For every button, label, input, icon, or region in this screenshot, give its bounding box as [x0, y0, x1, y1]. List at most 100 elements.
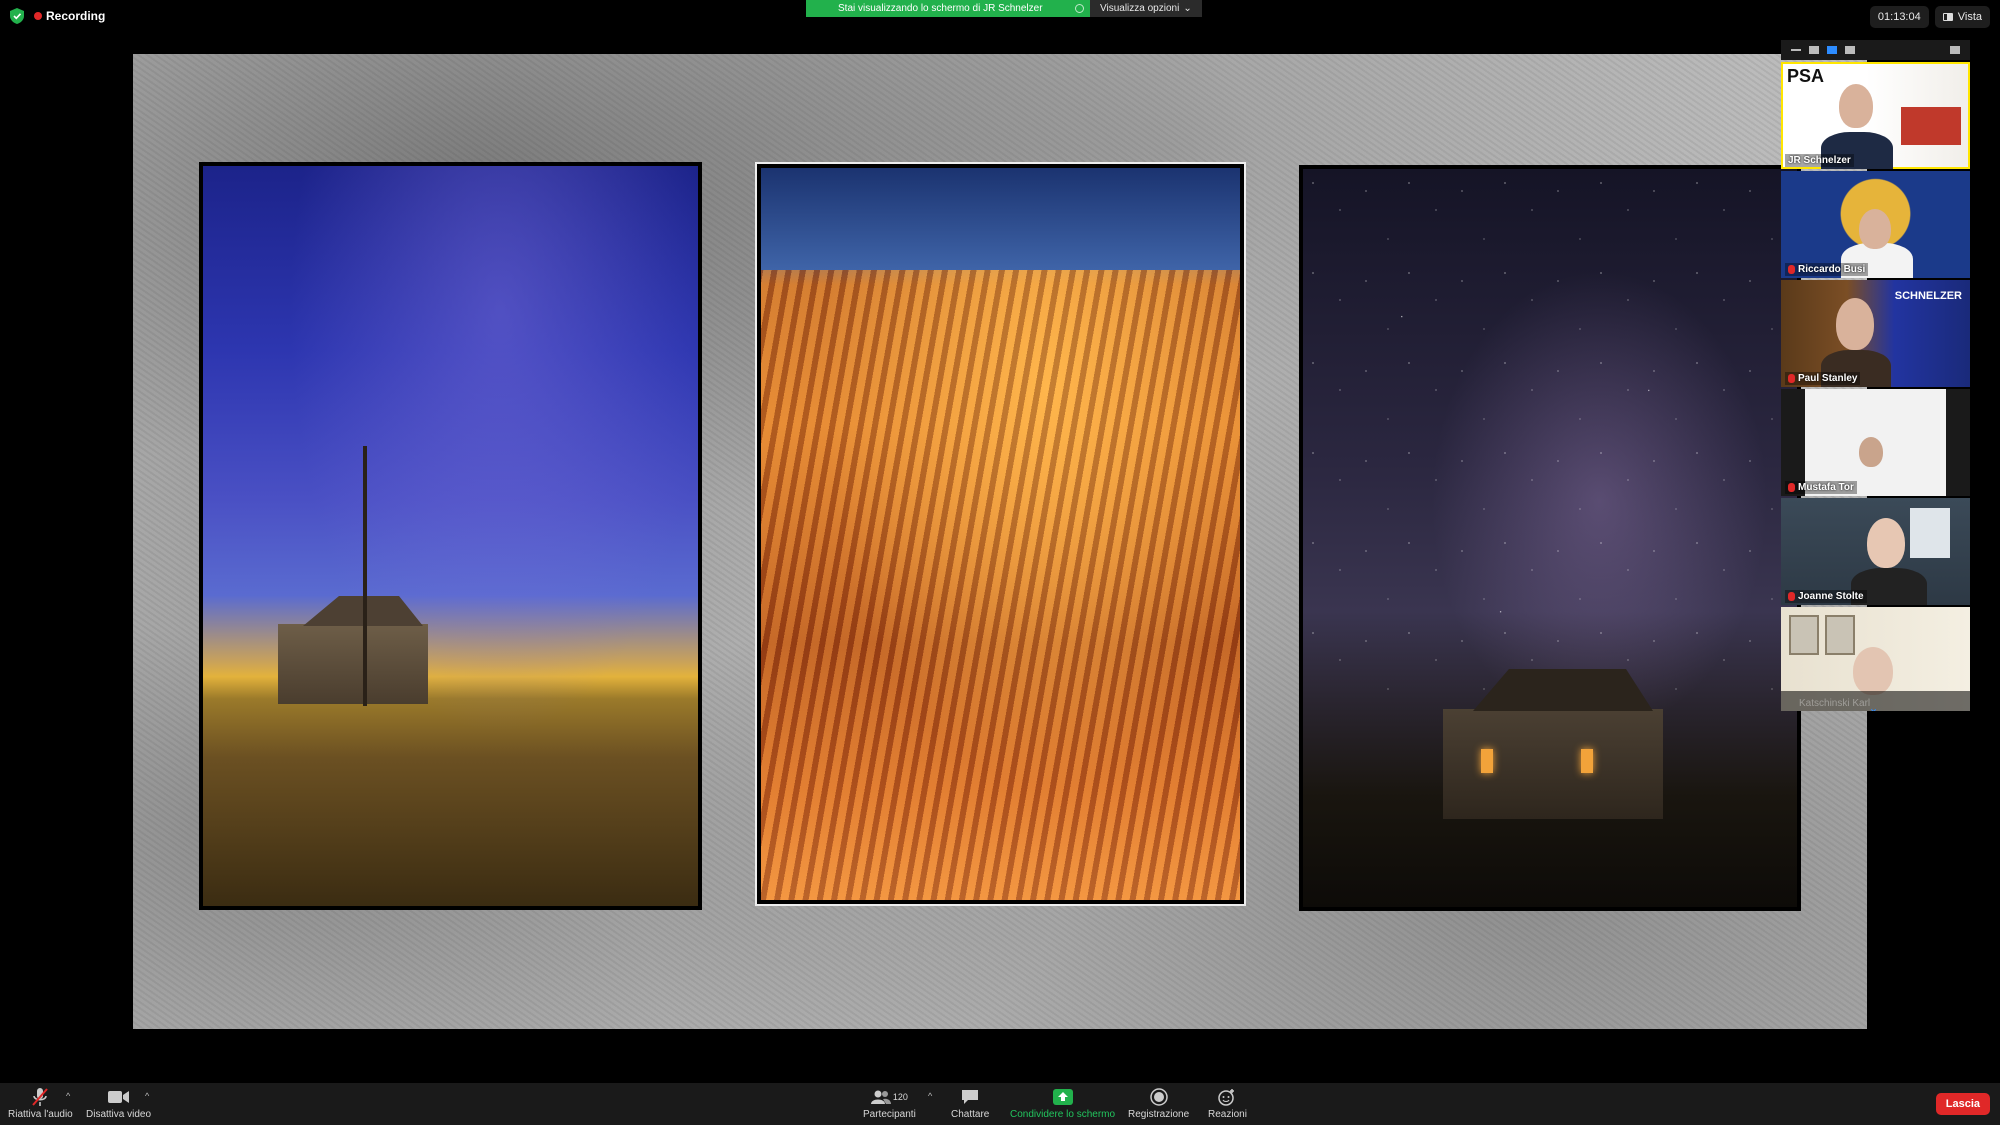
chevron-down-icon: ⌄	[1183, 3, 1192, 14]
strip-view-icon[interactable]	[1827, 46, 1837, 54]
meeting-toolbar: Riattiva l'audio ^ Disattiva video ^ 120…	[0, 1083, 2000, 1125]
minimize-icon[interactable]	[1791, 49, 1801, 51]
participant-tile[interactable]: SCHNELZER Paul Stanley	[1781, 280, 1970, 387]
share-screen-icon	[1052, 1087, 1073, 1107]
chat-bubble-icon	[961, 1087, 979, 1107]
participant-label: JR Schnelzer	[1788, 155, 1851, 166]
mic-muted-icon	[1788, 265, 1795, 274]
participant-gallery: PSA JR Schnelzer Riccardo Busi SCHNELZER…	[1781, 62, 1970, 713]
share-banner-text: Stai visualizzando lo schermo di JR Schn…	[838, 3, 1043, 14]
view-button[interactable]: Vista	[1934, 6, 1990, 28]
participants-button[interactable]: 120 Partecipanti	[863, 1087, 916, 1120]
participant-tile[interactable]: Riccardo Busi	[1781, 171, 1970, 278]
participants-options-caret-icon[interactable]: ^	[928, 1091, 932, 1101]
house-shape	[278, 624, 428, 704]
participant-tile[interactable]: Mustafa Tor	[1781, 389, 1970, 496]
participant-name: Mustafa Tor	[1785, 481, 1857, 494]
participants-icon: 120	[870, 1087, 908, 1107]
mic-muted-icon	[1788, 592, 1795, 601]
video-options-caret-icon[interactable]: ^	[145, 1091, 149, 1101]
mic-off-icon	[31, 1087, 49, 1107]
participant-name: Joanne Stolte	[1785, 590, 1867, 603]
timer-value: 01:13:04	[1877, 11, 1921, 23]
share-screen-label: Condividere lo schermo	[1010, 1109, 1116, 1120]
participants-label: Partecipanti	[863, 1109, 916, 1120]
participant-name: JR Schnelzer	[1785, 154, 1854, 167]
photo-night-cabin	[1299, 165, 1801, 911]
certificate-shape	[1825, 615, 1855, 655]
chat-button[interactable]: Chattare	[951, 1087, 989, 1120]
reactions-emoji-icon	[1218, 1087, 1236, 1107]
view-label: Vista	[1957, 11, 1982, 23]
record-label: Registrazione	[1128, 1109, 1190, 1120]
letterbox-right	[1946, 389, 1970, 496]
record-button[interactable]: Registrazione	[1128, 1087, 1189, 1120]
participant-label: Riccardo Busi	[1798, 264, 1866, 275]
participant-face	[1859, 209, 1891, 249]
participant-face	[1859, 437, 1883, 467]
participant-label: Paul Stanley	[1798, 373, 1858, 384]
meeting-timer: 01:13:04	[1869, 6, 1929, 28]
top-right-controls: 01:13:04 Vista	[1869, 6, 1990, 28]
view-grid-icon	[1942, 13, 1953, 21]
speaker-banner-text: SCHNELZER	[1894, 290, 1962, 302]
participant-name: Paul Stanley	[1785, 372, 1861, 385]
chat-label: Chattare	[951, 1109, 990, 1120]
recording-label: Recording	[46, 9, 106, 23]
recording-status: Recording	[10, 8, 105, 24]
participant-tile[interactable]: Katschinski Karl ⌄	[1781, 607, 1970, 711]
mic-muted-icon	[1788, 483, 1795, 492]
cabin-window-shape	[1581, 749, 1593, 773]
participant-face	[1836, 298, 1874, 350]
participants-count: 120	[892, 1092, 908, 1102]
participant-label: Mustafa Tor	[1798, 482, 1854, 493]
photo-sandstone-wave	[755, 162, 1246, 906]
participant-tile[interactable]: Joanne Stolte	[1781, 498, 1970, 605]
wave-sky-shape	[761, 168, 1240, 271]
share-banner-text-area: Stai visualizzando lo schermo di JR Schn…	[806, 0, 1090, 17]
video-camera-icon	[107, 1087, 130, 1107]
psa-logo: PSA	[1787, 66, 1825, 86]
unmute-button[interactable]: Riattiva l'audio	[8, 1087, 73, 1120]
letterbox-left	[1781, 389, 1805, 496]
photo-prairie-house	[199, 162, 702, 910]
reactions-button[interactable]: Reazioni	[1208, 1087, 1247, 1120]
recording-indicator[interactable]: Recording	[34, 9, 105, 23]
record-icon	[1149, 1087, 1168, 1107]
participant-name: Riccardo Busi	[1785, 263, 1869, 276]
unmute-label: Riattiva l'audio	[8, 1109, 73, 1120]
participant-face	[1853, 647, 1893, 695]
stars-shape	[1303, 169, 1797, 701]
view-options-button[interactable]: Visualizza opzioni ⌄	[1090, 0, 1202, 17]
reactions-label: Reazioni	[1208, 1109, 1247, 1120]
speaker-view-icon[interactable]	[1809, 46, 1819, 54]
scroll-down-chevron-icon[interactable]: ⌄	[1869, 701, 1883, 711]
certificate-shape	[1789, 615, 1819, 655]
participant-tile[interactable]: PSA JR Schnelzer	[1781, 62, 1970, 169]
leave-button[interactable]: Lascia	[1935, 1093, 1990, 1115]
gallery-view-icon[interactable]	[1845, 46, 1855, 54]
cabin-shape	[1443, 709, 1663, 819]
view-options-label: Visualizza opzioni	[1100, 3, 1180, 14]
red-building-shape	[1901, 107, 1961, 145]
gallery-view-controls	[1781, 40, 1970, 60]
sandstone-wave-image	[761, 168, 1240, 900]
prairie-house-image	[203, 166, 698, 906]
audio-options-caret-icon[interactable]: ^	[66, 1091, 70, 1101]
banner-status-dot-icon	[1075, 4, 1084, 13]
mic-muted-icon	[1788, 374, 1795, 383]
share-screen-button[interactable]: Condividere lo schermo	[1010, 1087, 1115, 1120]
recording-dot-icon	[34, 12, 42, 20]
participant-label: Katschinski Karl	[1799, 698, 1871, 709]
stop-video-label: Disattiva video	[86, 1109, 152, 1120]
night-cabin-image	[1303, 169, 1797, 907]
participant-label: Joanne Stolte	[1798, 591, 1864, 602]
screen-share-banner: Stai visualizzando lo schermo di JR Schn…	[806, 0, 1202, 17]
hide-panel-icon[interactable]	[1950, 46, 1960, 54]
participant-face	[1867, 518, 1905, 568]
security-shield-icon[interactable]	[10, 8, 24, 24]
window-shape	[1910, 508, 1950, 558]
stop-video-button[interactable]: Disattiva video	[86, 1087, 151, 1120]
tree-trunk-shape	[363, 446, 367, 706]
cabin-window-shape	[1481, 749, 1493, 773]
